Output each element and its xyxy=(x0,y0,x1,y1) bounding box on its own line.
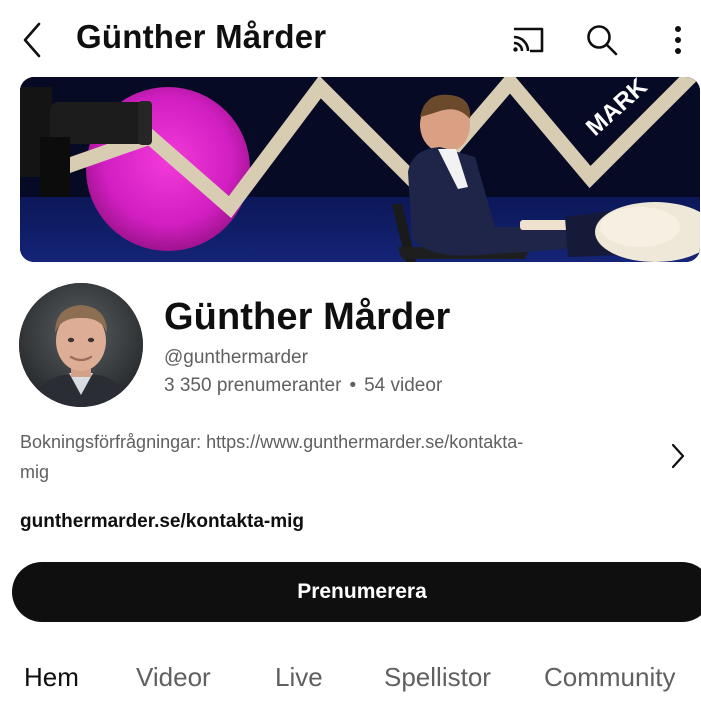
description-line-1: Bokningsförfrågningar: https://www.gunth… xyxy=(20,432,524,452)
more-vertical-icon xyxy=(675,26,681,54)
subscriber-count: 3 350 prenumeranter xyxy=(164,375,342,396)
search-icon xyxy=(587,25,618,56)
top-app-bar: Günther Mårder xyxy=(0,0,701,78)
tab-live[interactable]: Live xyxy=(275,662,323,693)
channel-description[interactable]: Bokningsförfrågningar: https://www.gunth… xyxy=(20,427,650,487)
tab-hem[interactable]: Hem xyxy=(24,662,79,693)
description-expand-button[interactable] xyxy=(664,440,692,472)
subscribe-button[interactable]: Prenumerera xyxy=(12,562,701,622)
channel-avatar[interactable] xyxy=(19,283,143,407)
more-options-button[interactable] xyxy=(656,18,700,62)
tab-spellistor[interactable]: Spellistor xyxy=(384,662,491,693)
channel-link[interactable]: gunthermarder.se/kontakta-mig xyxy=(20,511,304,533)
page-title: Günther Mårder xyxy=(76,18,327,55)
back-arrow-icon xyxy=(23,22,41,58)
chevron-right-icon xyxy=(671,443,685,469)
channel-stats: 3 350 prenumeranter • 54 videor xyxy=(164,375,442,397)
description-line-2: mig xyxy=(20,462,50,482)
tab-videor[interactable]: Videor xyxy=(136,662,211,693)
banner-image: MARK xyxy=(20,77,700,262)
video-count: 54 videor xyxy=(364,375,443,396)
avatar-image xyxy=(19,283,143,407)
cast-button[interactable] xyxy=(506,18,550,62)
channel-banner[interactable]: MARK xyxy=(20,77,700,262)
channel-tabs: Hem Videor Live Spellistor Community xyxy=(0,660,701,706)
stats-separator: • xyxy=(349,375,357,396)
back-button[interactable] xyxy=(14,18,50,62)
channel-name: Günther Mårder xyxy=(164,296,451,338)
channel-handle: @gunthermarder xyxy=(164,347,308,368)
tab-community[interactable]: Community xyxy=(544,662,675,693)
search-button[interactable] xyxy=(580,18,624,62)
cast-icon xyxy=(513,27,544,53)
